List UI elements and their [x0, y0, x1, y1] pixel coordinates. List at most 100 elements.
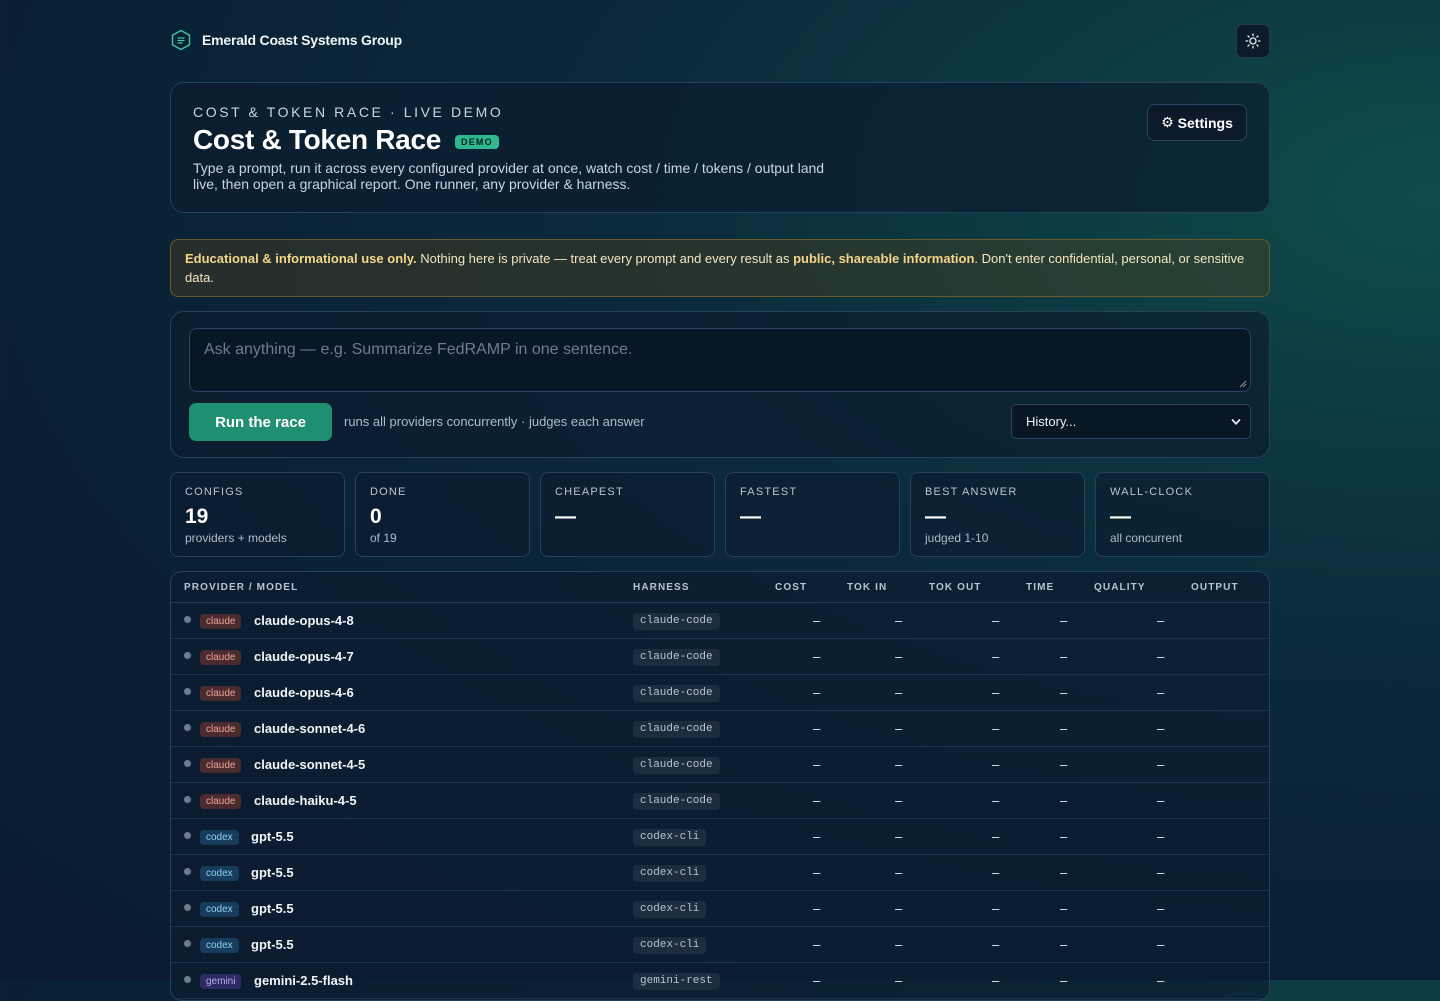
table-header: PROVIDER / MODEL HARNESS COST TOK IN TOK…: [171, 572, 1269, 603]
cost-cell: –: [813, 829, 821, 844]
harness-badge: codex-cli: [633, 901, 707, 918]
provider-badge: claude: [200, 758, 242, 773]
cost-cell: –: [813, 613, 821, 628]
table-row[interactable]: codex gpt-5.5 codex-cli – – – – –: [171, 927, 1269, 963]
tok-out-cell: –: [992, 685, 1000, 700]
stat-value: —: [555, 505, 576, 528]
prompt-input[interactable]: [189, 328, 1251, 392]
provider-badge: claude: [200, 614, 242, 629]
stat-label: FASTEST: [740, 486, 798, 498]
top-bar: Emerald Coast Systems Group: [170, 24, 1270, 58]
page-title-text: Cost & Token Race: [193, 124, 441, 155]
provider-badge: codex: [200, 866, 239, 881]
time-cell: –: [1060, 973, 1068, 988]
hero-card: COST & TOKEN RACE · LIVE DEMO Cost & Tok…: [170, 82, 1270, 213]
tok-in-cell: –: [895, 901, 903, 916]
table-row[interactable]: claude claude-sonnet-4-6 claude-code – – – – –: [171, 711, 1269, 747]
quality-cell: –: [1157, 649, 1165, 664]
time-cell: –: [1060, 721, 1068, 736]
provider-badge: claude: [200, 722, 242, 737]
stat-best-answer: BEST ANSWER — judged 1-10: [910, 472, 1085, 557]
sun-icon: [1245, 33, 1261, 49]
table-body: claude claude-opus-4-8 claude-code – – – – – cla…: [171, 603, 1269, 999]
harness-badge: claude-code: [633, 613, 720, 630]
resize-grip-icon[interactable]: [1239, 380, 1247, 388]
tok-in-cell: –: [895, 937, 903, 952]
table-row[interactable]: claude claude-opus-4-7 claude-code – – – – –: [171, 639, 1269, 675]
settings-button-label: Settings: [1177, 114, 1233, 131]
tok-out-cell: –: [992, 829, 1000, 844]
quality-cell: –: [1157, 757, 1165, 772]
page-title: Cost & Token Race DEMO: [193, 124, 499, 156]
quality-cell: –: [1157, 613, 1165, 628]
tok-out-cell: –: [992, 613, 1000, 628]
hero-description: Type a prompt, run it across every confi…: [193, 160, 825, 192]
tok-out-cell: –: [992, 721, 1000, 736]
column-header-cost: COST: [775, 582, 808, 593]
quality-cell: –: [1157, 829, 1165, 844]
status-dot: [184, 724, 191, 731]
column-header-tok-out: TOK OUT: [929, 582, 982, 593]
model-name: gemini-2.5-flash: [254, 973, 353, 988]
tok-out-cell: –: [992, 973, 1000, 988]
tok-in-cell: –: [895, 793, 903, 808]
harness-badge: claude-code: [633, 721, 720, 738]
column-header-harness: HARNESS: [633, 582, 690, 593]
tok-out-cell: –: [992, 757, 1000, 772]
stat-value: —: [1110, 505, 1131, 528]
table-row[interactable]: claude claude-opus-4-6 claude-code – – – – –: [171, 675, 1269, 711]
model-name: gpt-5.5: [251, 937, 294, 952]
table-row[interactable]: codex gpt-5.5 codex-cli – – – – –: [171, 891, 1269, 927]
table-row[interactable]: claude claude-haiku-4-5 claude-code – – – – –: [171, 783, 1269, 819]
quality-cell: –: [1157, 793, 1165, 808]
tok-out-cell: –: [992, 649, 1000, 664]
time-cell: –: [1060, 685, 1068, 700]
gear-icon: ⚙: [1161, 114, 1174, 130]
model-name: claude-opus-4-8: [254, 613, 354, 628]
run-hint: runs all providers concurrently · judges…: [344, 414, 645, 429]
settings-button[interactable]: ⚙ Settings: [1147, 104, 1247, 141]
stat-configs: CONFIGS 19 providers + models: [170, 472, 345, 557]
theme-toggle-button[interactable]: [1236, 24, 1270, 58]
model-name: claude-sonnet-4-5: [254, 757, 366, 772]
tok-out-cell: –: [992, 937, 1000, 952]
prompt-card: Run the race runs all providers concurre…: [170, 311, 1270, 458]
stat-label: BEST ANSWER: [925, 486, 1018, 498]
history-select[interactable]: History...: [1011, 404, 1251, 439]
hero-kicker: COST & TOKEN RACE · LIVE DEMO: [193, 104, 504, 120]
table-row[interactable]: codex gpt-5.5 codex-cli – – – – –: [171, 855, 1269, 891]
harness-badge: claude-code: [633, 757, 720, 774]
table-row[interactable]: gemini gemini-2.5-flash gemini-rest – – – – –: [171, 963, 1269, 999]
stat-sub: all concurrent: [1110, 531, 1183, 545]
status-dot: [184, 940, 191, 947]
time-cell: –: [1060, 937, 1068, 952]
quality-cell: –: [1157, 721, 1165, 736]
run-race-button[interactable]: Run the race: [189, 403, 332, 441]
privacy-notice: Educational & informational use only. No…: [170, 239, 1270, 297]
table-row[interactable]: codex gpt-5.5 codex-cli – – – – –: [171, 819, 1269, 855]
results-table: PROVIDER / MODEL HARNESS COST TOK IN TOK…: [170, 571, 1270, 1001]
table-row[interactable]: claude claude-opus-4-8 claude-code – – – – –: [171, 603, 1269, 639]
history-select-value: History...: [1026, 414, 1077, 429]
column-header-tok-in: TOK IN: [847, 582, 888, 593]
quality-cell: –: [1157, 865, 1165, 880]
model-name: claude-opus-4-6: [254, 685, 354, 700]
harness-badge: claude-code: [633, 649, 720, 666]
model-name: claude-haiku-4-5: [254, 793, 357, 808]
brand[interactable]: Emerald Coast Systems Group: [170, 29, 402, 51]
provider-badge: codex: [200, 938, 239, 953]
status-dot: [184, 796, 191, 803]
quality-cell: –: [1157, 937, 1165, 952]
time-cell: –: [1060, 649, 1068, 664]
stat-label: CHEAPEST: [555, 486, 624, 498]
tok-out-cell: –: [992, 865, 1000, 880]
stat-done: DONE 0 of 19: [355, 472, 530, 557]
table-row[interactable]: claude claude-sonnet-4-5 claude-code – – – – –: [171, 747, 1269, 783]
time-cell: –: [1060, 901, 1068, 916]
cost-cell: –: [813, 649, 821, 664]
provider-badge: claude: [200, 794, 242, 809]
status-dot: [184, 904, 191, 911]
time-cell: –: [1060, 793, 1068, 808]
status-dot: [184, 760, 191, 767]
cost-cell: –: [813, 757, 821, 772]
